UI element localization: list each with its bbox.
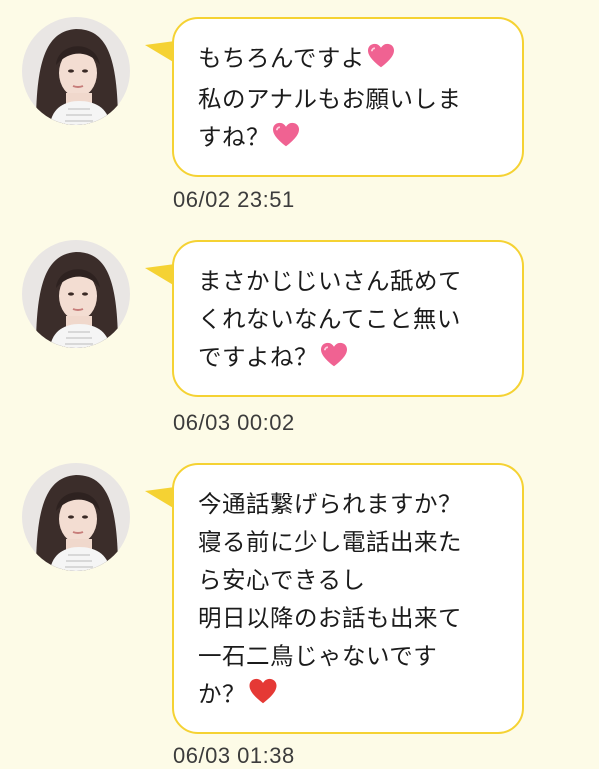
chat-thread: もちろんですよ 私のアナルもお願いしま すね？ 06/02 23:51 まさかじ… — [0, 0, 599, 769]
bubble-tail — [145, 41, 175, 63]
message-timestamp: 06/03 01:38 — [173, 743, 295, 768]
pink-heart-icon — [367, 42, 395, 80]
bubble-tail — [145, 487, 175, 509]
message-line: ら安心できるし — [198, 566, 366, 594]
message-line: 私のアナルもお願いしま — [198, 85, 462, 113]
message-line: 明日以降のお話も出来て — [198, 604, 462, 632]
message-line: か？ — [198, 675, 500, 716]
message-line: 今通話繋げられますか？ — [198, 490, 462, 518]
message-line: ですよね？ — [198, 338, 500, 379]
message-bubble[interactable]: まさかじじいさん舐めて くれないなんてこと無い ですよね？ — [172, 240, 524, 397]
avatar[interactable] — [22, 463, 130, 571]
red-heart-icon — [248, 678, 278, 716]
message-line: すね？ — [198, 118, 500, 159]
pink-heart-icon — [272, 121, 300, 159]
message-timestamp: 06/03 00:02 — [173, 410, 295, 435]
message-line: 寝る前に少し電話出来た — [198, 528, 462, 556]
message-timestamp: 06/02 23:51 — [173, 187, 295, 212]
message-line: くれないなんてこと無い — [198, 305, 461, 333]
message-bubble[interactable]: 今通話繋げられますか？ 寝る前に少し電話出来た ら安心できるし 明日以降のお話も… — [172, 463, 524, 734]
avatar[interactable] — [22, 17, 130, 125]
message-line: もちろんですよ — [198, 39, 500, 80]
bubble-tail — [145, 264, 175, 286]
avatar[interactable] — [22, 240, 130, 348]
pink-heart-icon — [320, 341, 348, 379]
message-line: 一石二鳥じゃないです — [198, 642, 438, 670]
message-line: まさかじじいさん舐めて — [198, 267, 462, 295]
message-bubble[interactable]: もちろんですよ 私のアナルもお願いしま すね？ — [172, 17, 524, 177]
